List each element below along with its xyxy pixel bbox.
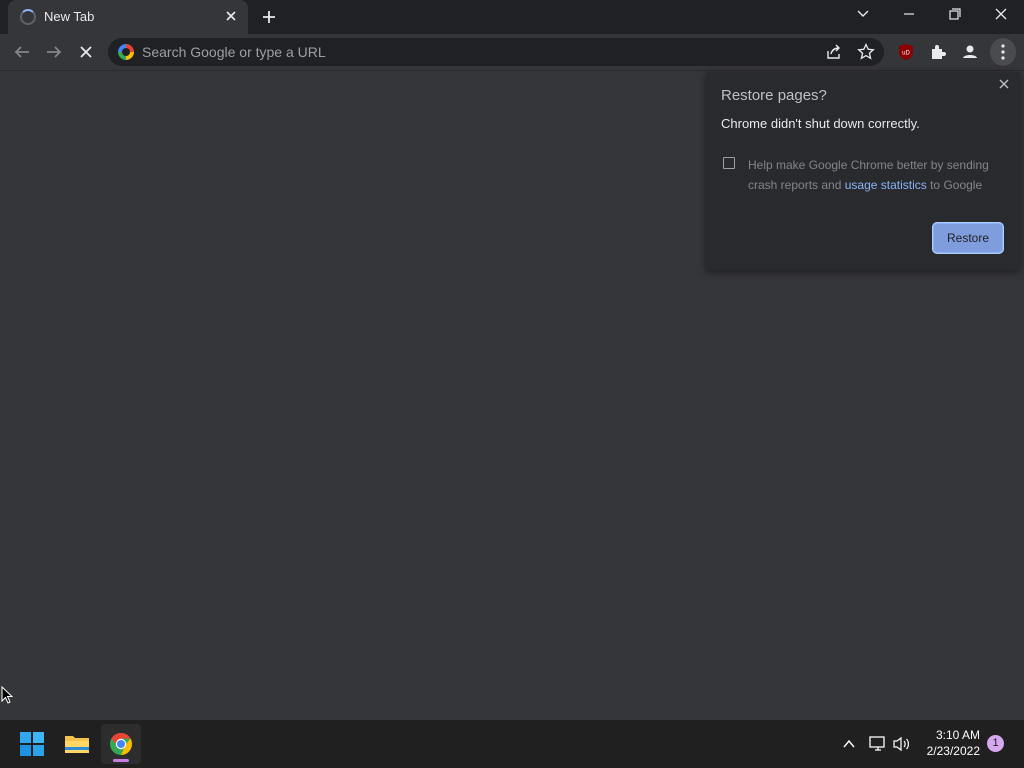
extensions-puzzle-icon[interactable] [926, 40, 950, 64]
crash-reports-label: Help make Google Chrome better by sendin… [748, 155, 1008, 195]
tab-new-tab[interactable]: New Tab [8, 0, 248, 34]
profile-avatar-icon[interactable] [958, 40, 982, 64]
close-window-button[interactable] [978, 0, 1024, 32]
notification-badge[interactable]: 1 [987, 735, 1004, 752]
volume-icon[interactable] [892, 735, 912, 753]
address-bar[interactable] [108, 38, 884, 66]
windows-logo-icon [20, 732, 44, 756]
forward-arrow-icon[interactable] [42, 40, 66, 64]
menu-button[interactable] [990, 38, 1016, 66]
google-icon [118, 44, 134, 60]
title-bar: New Tab [0, 0, 1024, 34]
minimize-button[interactable] [886, 0, 932, 32]
chrome-icon [110, 733, 132, 755]
file-explorer-button[interactable] [57, 724, 97, 764]
browser-toolbar: uD [0, 34, 1024, 71]
loading-spinner-icon [20, 9, 36, 25]
dialog-subtitle: Chrome didn't shut down correctly. [721, 116, 920, 131]
dialog-close-icon[interactable] [996, 76, 1012, 92]
dialog-title: Restore pages? [721, 87, 827, 104]
back-arrow-icon[interactable] [10, 40, 34, 64]
folder-icon [65, 736, 89, 753]
chevron-up-icon[interactable] [840, 736, 858, 752]
system-clock[interactable]: 3:10 AM 2/23/2022 [927, 727, 980, 759]
start-button[interactable] [12, 724, 52, 764]
restore-window-button[interactable] [932, 0, 978, 32]
network-icon[interactable] [868, 735, 888, 753]
restore-pages-dialog: Restore pages? Chrome didn't shut down c… [706, 72, 1020, 270]
svg-text:uD: uD [902, 51, 910, 57]
chrome-taskbar-button[interactable] [101, 724, 141, 764]
usage-statistics-link[interactable]: usage statistics [845, 178, 927, 192]
ublock-extension-icon[interactable]: uD [894, 40, 918, 64]
stop-loading-icon[interactable] [74, 40, 98, 64]
three-dots-menu-icon [1001, 44, 1005, 60]
url-input[interactable] [142, 38, 802, 66]
clock-time: 3:10 AM [935, 728, 980, 742]
new-tab-button[interactable] [258, 6, 280, 28]
clock-date: 2/23/2022 [926, 744, 980, 758]
tab-close-icon[interactable] [222, 7, 240, 25]
restore-button[interactable]: Restore [933, 223, 1003, 253]
active-app-indicator [113, 759, 129, 762]
tab-title: New Tab [44, 9, 95, 24]
crash-reports-checkbox[interactable] [723, 157, 735, 169]
share-icon[interactable] [824, 42, 844, 62]
mouse-cursor-icon [1, 686, 13, 704]
bookmark-star-icon[interactable] [856, 42, 876, 62]
taskbar: 3:10 AM 2/23/2022 [0, 720, 1024, 768]
tab-search-icon[interactable] [840, 0, 886, 32]
crash-reports-text-end: to Google [926, 178, 983, 192]
